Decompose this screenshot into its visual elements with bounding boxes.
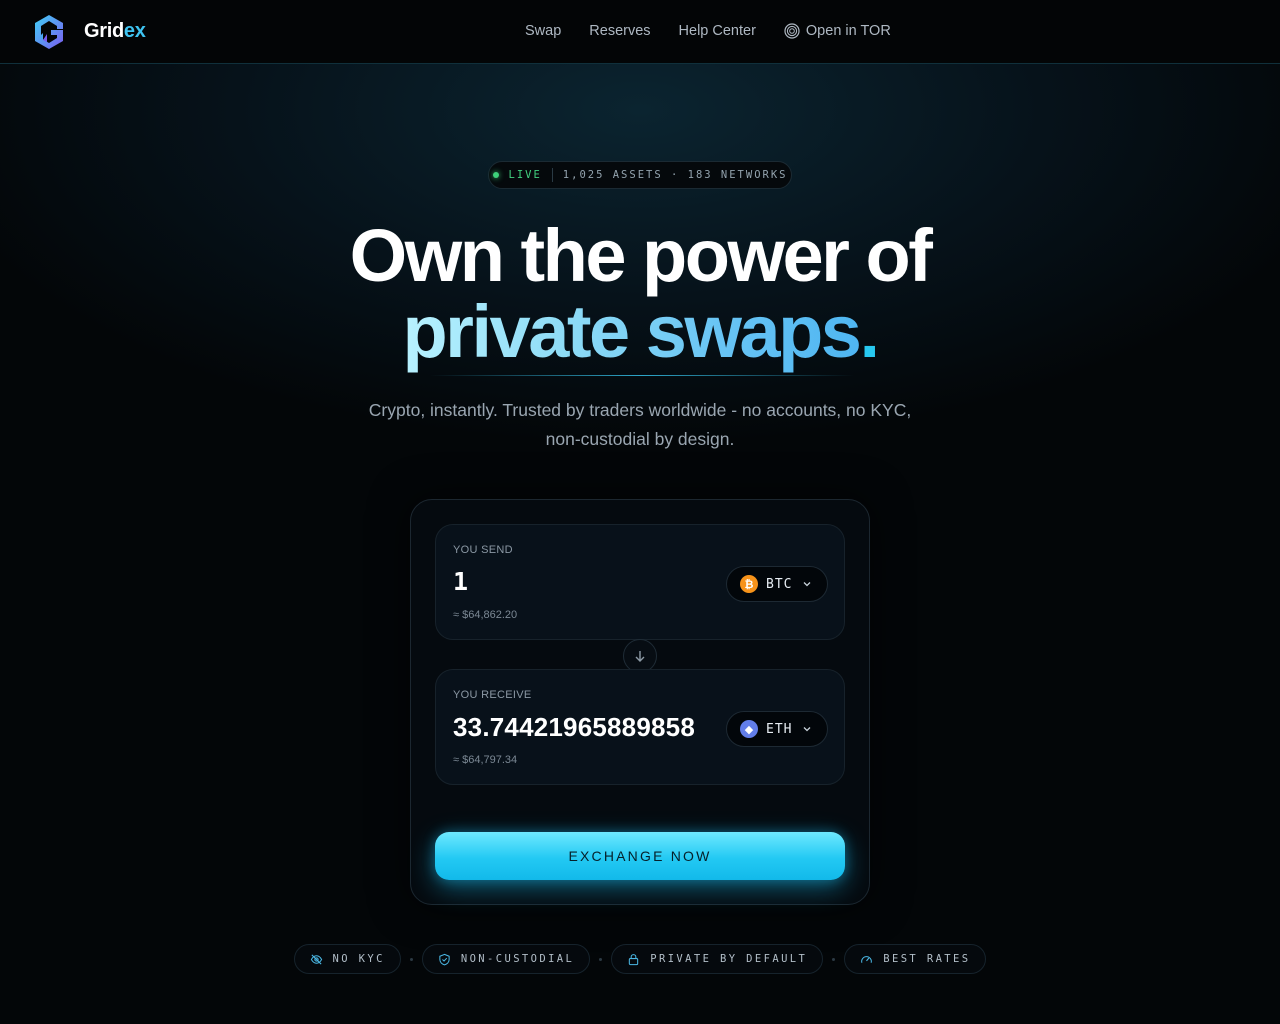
feature-best-rates: BEST RATES [844, 944, 987, 974]
tor-label: Open in TOR [805, 23, 891, 39]
live-indicator-dot [492, 172, 499, 178]
feature-best-rates-label: BEST RATES [883, 953, 971, 965]
send-amount-input[interactable]: 1 [453, 567, 468, 596]
top-nav: Gridex Swap Reserves Help Center Open in… [0, 0, 1280, 64]
brand-name-part1: Grid [84, 20, 124, 42]
hero-title-highlight: private swaps [402, 290, 861, 373]
receive-label: YOU RECEIVE [453, 689, 532, 701]
send-token-selector[interactable]: ₿ BTC [726, 566, 828, 602]
nav-link-open-in-tor[interactable]: Open in TOR [784, 23, 891, 39]
feature-separator [599, 957, 603, 961]
send-label: YOU SEND [453, 544, 513, 556]
send-usd-value: ≈ $64,862.20 [453, 609, 518, 621]
feature-non-custodial-label: NON-CUSTODIAL [460, 953, 575, 965]
receive-usd-value: ≈ $64,797.34 [453, 754, 518, 766]
btc-icon: ₿ [740, 575, 758, 593]
eth-icon: ◆ [740, 720, 758, 738]
chevron-down-icon [804, 727, 811, 732]
feature-no-kyc: NO KYC [293, 944, 401, 974]
hero-title-line2: private swaps. [0, 290, 1280, 374]
chevron-down-icon [804, 582, 811, 587]
receive-token-selector[interactable]: ◆ ETH [726, 711, 828, 747]
nav-link-help-center[interactable]: Help Center [679, 23, 756, 39]
tor-onion-icon [784, 23, 800, 39]
swap-direction-button[interactable] [623, 639, 657, 673]
nav-link-reserves[interactable]: Reserves [589, 23, 650, 39]
lock-icon [629, 953, 639, 965]
feature-pills: NO KYC NON-CUSTODIAL PRIVATE BY DEFAULT … [0, 944, 1280, 974]
hero-subtitle: Crypto, instantly. Trusted by traders wo… [0, 396, 1280, 454]
gauge-icon [861, 955, 873, 963]
live-status-badge: LIVE 1,025 ASSETS · 183 NETWORKS [488, 161, 792, 189]
title-underline [430, 375, 854, 376]
receive-amount: 33.74421965889858 [453, 712, 695, 742]
exchange-now-button[interactable]: EXCHANGE NOW [435, 832, 845, 880]
feature-separator [409, 957, 413, 961]
hero-title-line1: Own the power of [349, 214, 933, 297]
gridex-logo-icon[interactable] [32, 13, 66, 51]
brand-name[interactable]: Gridex [84, 20, 146, 43]
brand-name-part2: ex [123, 20, 146, 42]
feature-non-custodial: NON-CUSTODIAL [421, 944, 591, 974]
receive-panel: YOU RECEIVE 33.74421965889858 ≈ $64,797.… [435, 669, 845, 785]
shield-check-icon [439, 953, 450, 965]
nav-links: Swap Reserves Help Center Open in TOR [525, 23, 891, 39]
feature-private-by-default-label: PRIVATE BY DEFAULT [650, 953, 808, 965]
nav-link-swap[interactable]: Swap [525, 23, 561, 39]
eye-off-icon [310, 953, 322, 965]
receive-token-symbol: ETH [766, 721, 793, 737]
send-token-symbol: BTC [766, 576, 793, 592]
asset-network-stats: 1,025 ASSETS · 183 NETWORKS [562, 169, 788, 181]
feature-no-kyc-label: NO KYC [332, 953, 385, 965]
send-panel: YOU SEND 1 ≈ $64,862.20 ₿ BTC [435, 524, 845, 640]
badge-divider [551, 168, 553, 182]
arrow-down-icon [635, 651, 645, 662]
hero-title-dot: . [859, 290, 880, 373]
hero-subtitle-line1: Crypto, instantly. Trusted by traders wo… [368, 400, 912, 420]
feature-separator [832, 957, 836, 961]
swap-card: YOU SEND 1 ≈ $64,862.20 ₿ BTC YOU RECEIV… [410, 499, 870, 905]
live-label: LIVE [508, 169, 542, 181]
hero-subtitle-line2: non-custodial by design. [545, 429, 735, 449]
feature-private-by-default: PRIVATE BY DEFAULT [611, 944, 824, 974]
